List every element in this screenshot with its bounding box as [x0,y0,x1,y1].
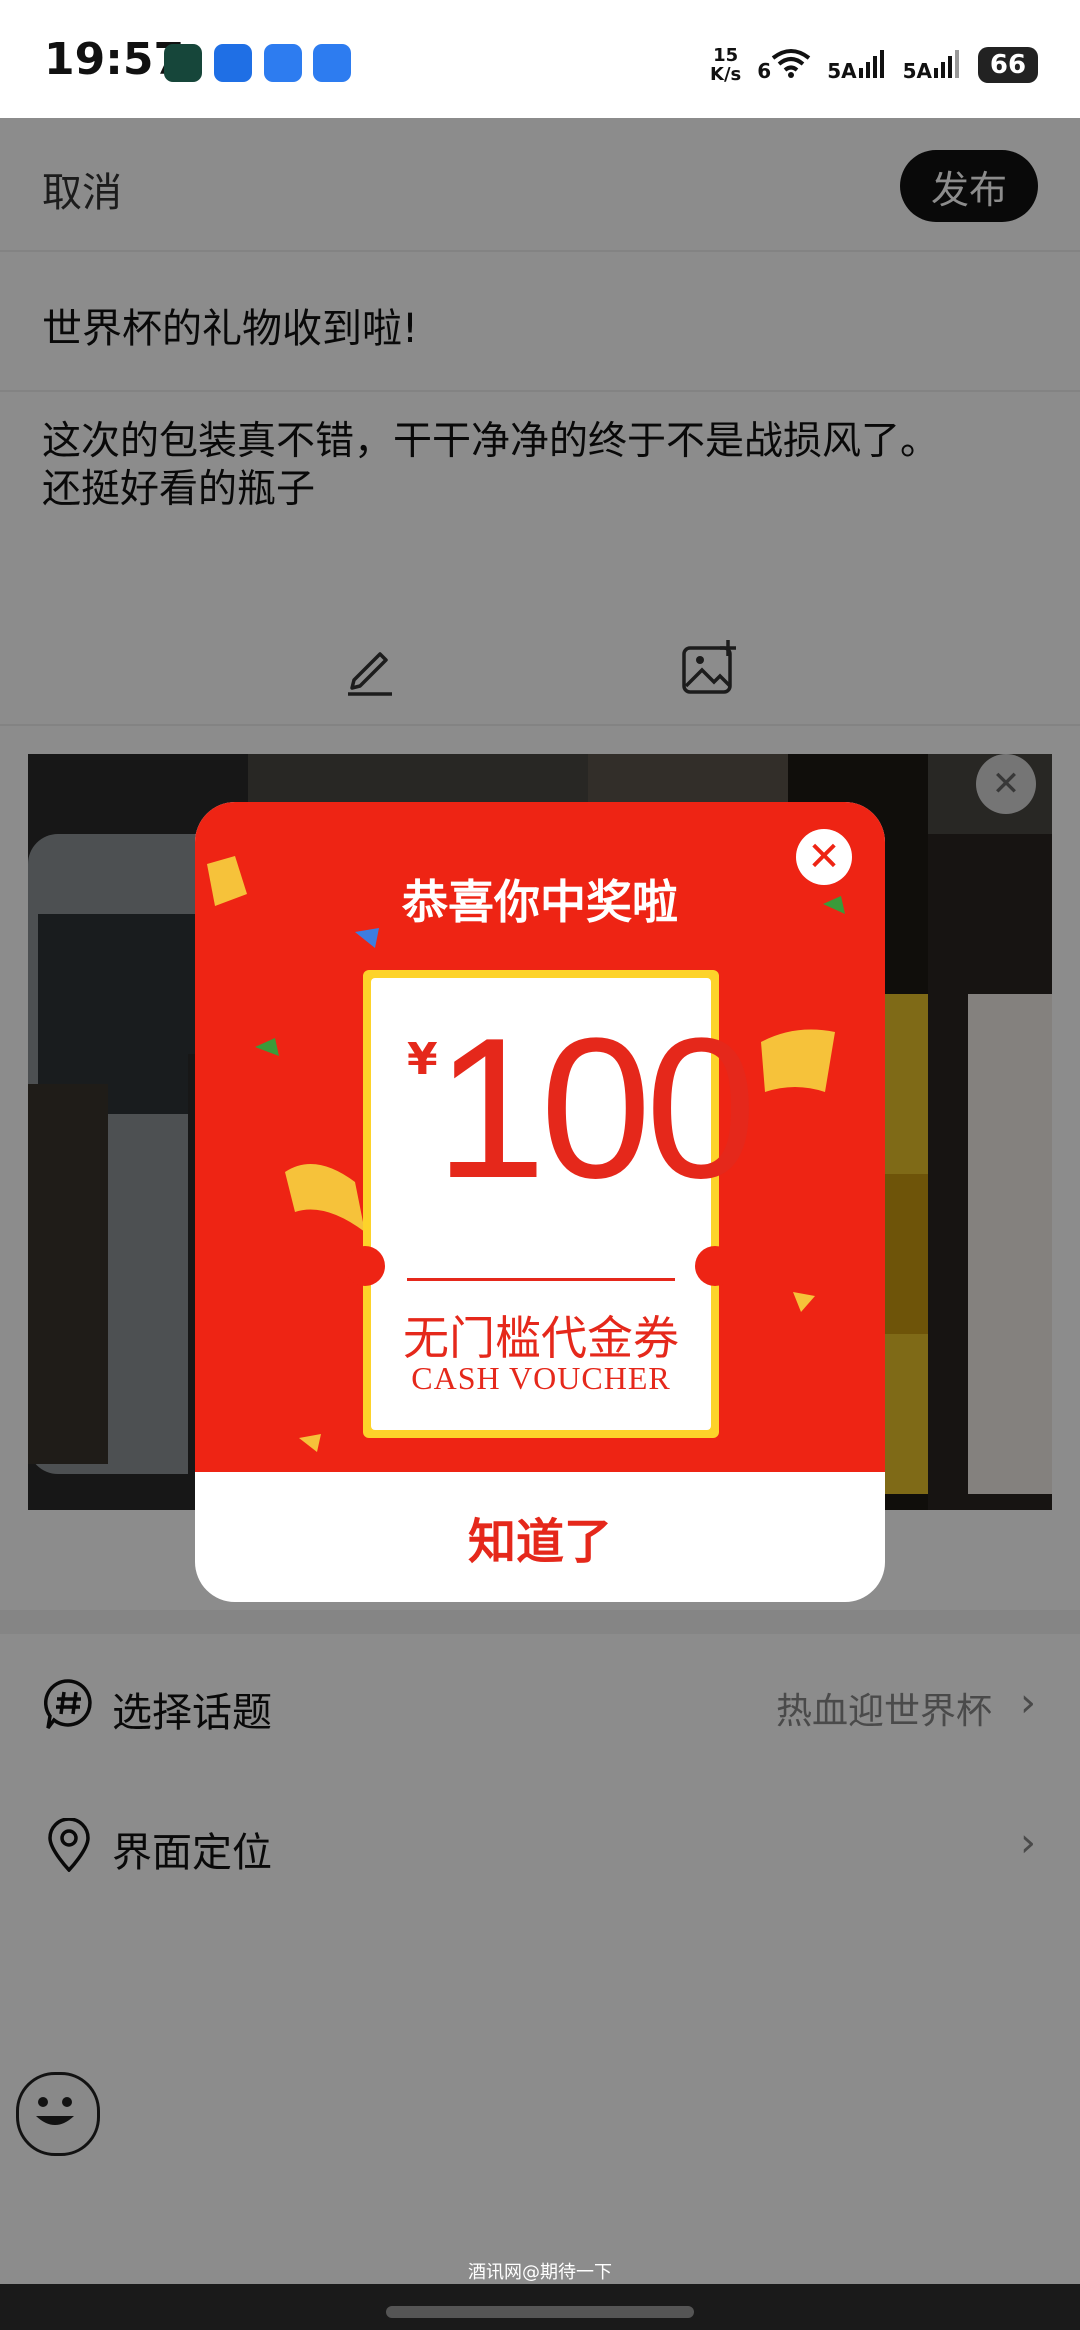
voucher-card: ¥ 100 无门槛代金券 CASH VOUCHER [363,970,757,1438]
prize-dialog: 恭喜你中奖啦 ✕ ¥ 100 无门槛代金券 CASH VOUCHER 知道了 [195,802,885,1602]
voucher-type: 无门槛代金券 [403,1311,679,1365]
status-bar: 19:57 15 K/s 6 5A 5A 66 [0,0,1080,118]
status-indicators: 15 K/s 6 5A 5A 66 [710,40,1038,90]
home-indicator[interactable] [386,2306,694,2318]
signal-icon-2: 5A [903,48,962,83]
watermark: 酒讯网@期待一下 [468,2262,612,2283]
navigation-bar [0,2284,1080,2330]
wallet-app-icon [264,44,302,82]
voucher-amount: 100 [435,997,757,1220]
lightbulb-app-icon [214,44,252,82]
voucher-notch-right [695,1246,735,1286]
signal-icon: 5A [827,48,886,83]
voucher-currency: ¥ [407,1034,438,1085]
prize-dialog-banner: 恭喜你中奖啦 ✕ ¥ 100 无门槛代金券 CASH VOUCHER [195,802,885,1472]
confirm-button[interactable]: 知道了 [195,1472,885,1602]
voucher-divider [407,1278,675,1281]
voucher-english: CASH VOUCHER [411,1360,671,1396]
prize-title: 恭喜你中奖啦 [402,875,678,929]
battery-icon: 66 [978,47,1038,83]
wifi-icon: 6 [757,48,811,83]
voucher-body: ¥ 100 无门槛代金券 CASH VOUCHER [371,978,757,1430]
pay-app-icon [313,44,351,82]
app-notification-icon [164,44,202,82]
close-icon[interactable]: ✕ [796,829,852,885]
voucher-notch-left [345,1246,385,1286]
network-speed: 15 K/s [710,45,742,85]
